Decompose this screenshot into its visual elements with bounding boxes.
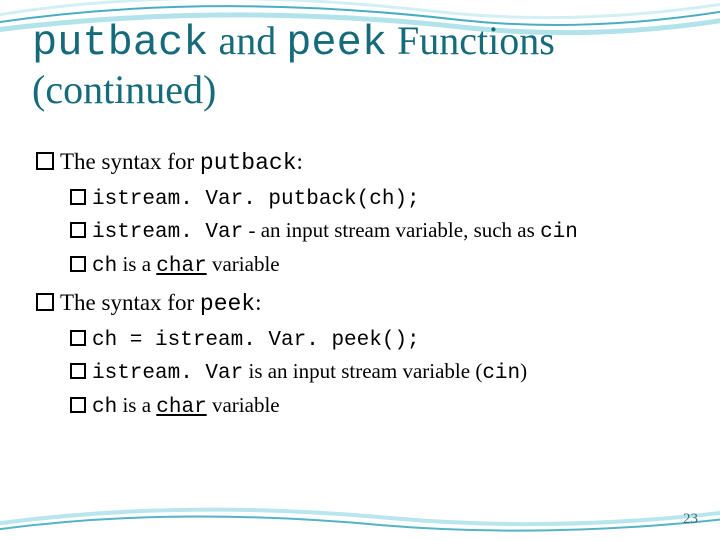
title-code-1: putback	[32, 19, 208, 67]
slide: putback and peek Functions (continued) T…	[0, 0, 720, 540]
slide-title: putback and peek Functions (continued)	[32, 18, 692, 113]
bullet-text: ch = istream. Var. peek();	[92, 324, 420, 355]
bullet-text: The syntax for putback:	[60, 146, 303, 179]
decoration-bottom	[0, 490, 720, 540]
bullet-text: istream. Var is an input stream variable…	[92, 357, 527, 388]
bullet-icon	[70, 222, 86, 238]
bullet-1: The syntax for putback:	[36, 146, 686, 179]
bullet-2a: ch = istream. Var. peek();	[70, 324, 686, 355]
title-text-1: and	[208, 18, 286, 63]
bullet-1b: istream. Var - an input stream variable,…	[70, 216, 686, 247]
bullet-1c: ch is a char variable	[70, 250, 686, 281]
bullet-2c: ch is a char variable	[70, 391, 686, 422]
slide-content: The syntax for putback: istream. Var. pu…	[36, 146, 686, 424]
page-number: 23	[683, 511, 698, 528]
bullet-icon	[70, 397, 86, 413]
bullet-text: istream. Var - an input stream variable,…	[92, 216, 578, 247]
bullet-icon	[70, 330, 86, 346]
bullet-icon	[36, 152, 54, 170]
bullet-icon	[70, 363, 86, 379]
bullet-text: ch is a char variable	[92, 250, 280, 281]
bullet-text: The syntax for peek:	[60, 287, 262, 320]
bullet-text: ch is a char variable	[92, 391, 280, 422]
title-code-2: peek	[286, 19, 387, 67]
bullet-icon	[36, 293, 54, 311]
bullet-icon	[70, 256, 86, 272]
bullet-2: The syntax for peek:	[36, 287, 686, 320]
bullet-icon	[70, 189, 86, 205]
bullet-text: istream. Var. putback(ch);	[92, 183, 420, 214]
bullet-2b: istream. Var is an input stream variable…	[70, 357, 686, 388]
bullet-1a: istream. Var. putback(ch);	[70, 183, 686, 214]
